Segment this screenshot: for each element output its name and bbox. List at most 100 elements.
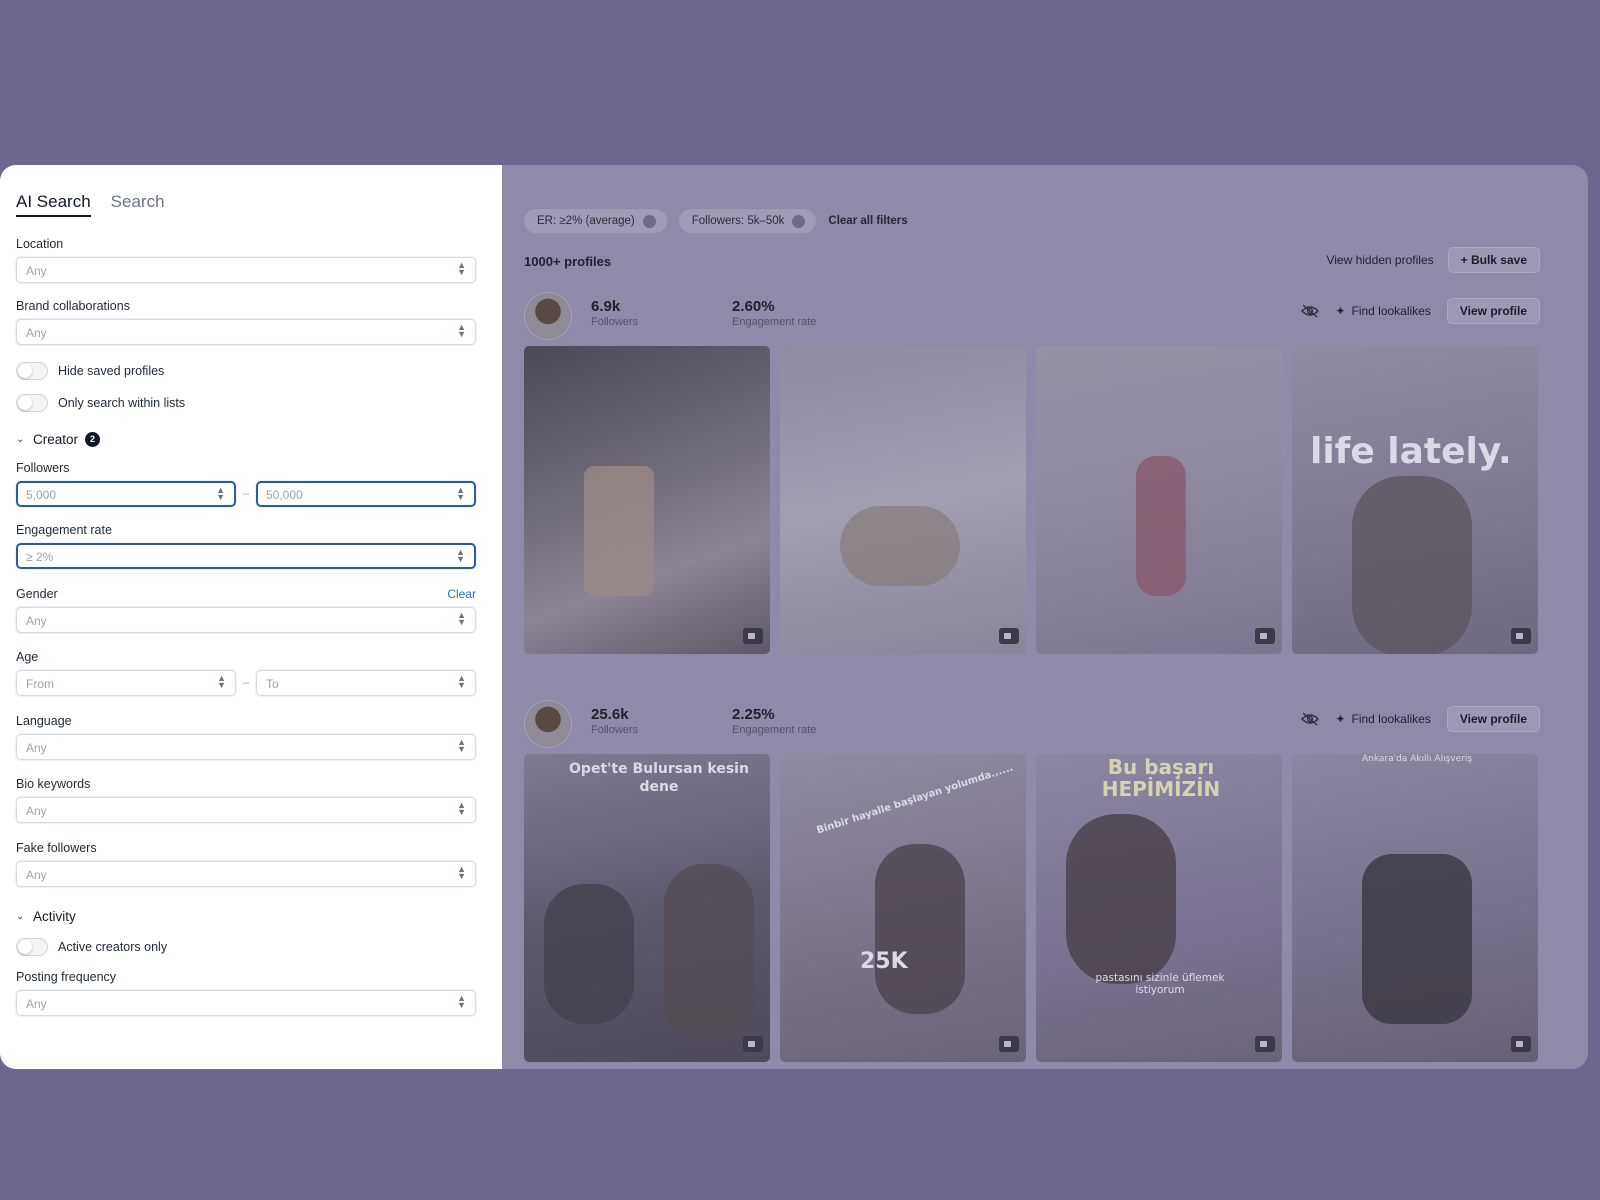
results-actions: View hidden profiles + Bulk save bbox=[1326, 247, 1540, 273]
view-profile-button[interactable]: View profile bbox=[1446, 298, 1540, 324]
bulk-save-button[interactable]: + Bulk save bbox=[1447, 247, 1540, 273]
creator-filter-count-badge: 2 bbox=[85, 432, 101, 447]
hide-saved-toggle[interactable] bbox=[16, 362, 48, 380]
brand-collab-label: Brand collaborations bbox=[16, 299, 130, 313]
post-thumbnail[interactable]: Binbir hayalle başlayan yolumda...... 25… bbox=[780, 754, 1026, 1062]
fake-followers-select[interactable]: Any ▲ ▼ bbox=[16, 861, 476, 887]
video-icon bbox=[1511, 1036, 1531, 1052]
followers-min-value: 5,000 bbox=[26, 488, 57, 502]
age-to-value: To bbox=[266, 677, 279, 691]
only-lists-row: Only search within lists bbox=[16, 394, 476, 412]
posting-frequency-filter: Posting frequency Any ▲ ▼ bbox=[16, 970, 476, 1016]
language-value: Any bbox=[26, 741, 47, 755]
location-filter: Location Any ▲ ▼ bbox=[16, 237, 476, 283]
hide-saved-label: Hide saved profiles bbox=[58, 364, 165, 378]
post-overlay-text: Bu başarı HEPİMİZİN bbox=[1101, 755, 1221, 801]
post-thumbnail[interactable] bbox=[780, 346, 1026, 654]
remove-filter-icon[interactable] bbox=[792, 214, 806, 228]
engagement-label: Engagement rate bbox=[16, 523, 112, 537]
brand-collab-value: Any bbox=[26, 326, 47, 340]
sparkle-icon: ✦ bbox=[1335, 304, 1346, 318]
followers-max-input[interactable]: 50,000 ▲ ▼ bbox=[256, 481, 476, 507]
avatar[interactable] bbox=[524, 292, 572, 340]
video-icon bbox=[1511, 628, 1531, 644]
creator-section-header[interactable]: ⌄ Creator 2 bbox=[16, 432, 476, 447]
view-hidden-profiles-link[interactable]: View hidden profiles bbox=[1326, 253, 1433, 267]
post-thumbnail[interactable] bbox=[1036, 346, 1282, 654]
fake-followers-label: Fake followers bbox=[16, 841, 97, 855]
select-caret-icon: ▲ ▼ bbox=[456, 547, 465, 564]
active-only-row: Active creators only bbox=[16, 938, 476, 956]
activity-section-label: Activity bbox=[33, 909, 76, 924]
tab-ai-search[interactable]: AI Search bbox=[16, 189, 91, 217]
select-caret-icon: ▲ ▼ bbox=[457, 864, 466, 881]
fake-followers-value: Any bbox=[26, 868, 47, 882]
hide-saved-row: Hide saved profiles bbox=[16, 362, 476, 380]
hide-profile-icon[interactable] bbox=[1301, 304, 1320, 318]
bio-keywords-select[interactable]: Any ▲ ▼ bbox=[16, 797, 476, 823]
brand-collab-select[interactable]: Any ▲ ▼ bbox=[16, 319, 476, 345]
followers-stat: 25.6k Followers bbox=[591, 706, 638, 736]
profile-card: 6.9k Followers 2.60% Engagement rate ✦ F… bbox=[524, 290, 1540, 654]
video-icon bbox=[1255, 628, 1275, 644]
post-thumbnail[interactable]: Bu başarı HEPİMİZİN pastasını sizinle üf… bbox=[1036, 754, 1282, 1062]
profile-card: 25.6k Followers 2.25% Engagement rate ✦ … bbox=[524, 698, 1540, 1062]
followers-value: 6.9k bbox=[591, 298, 621, 315]
active-only-toggle[interactable] bbox=[16, 938, 48, 956]
post-overlay-text: Ankara'da Akıllı Alışveriş bbox=[1361, 754, 1473, 764]
age-label: Age bbox=[16, 650, 39, 664]
age-from-select[interactable]: From ▲ ▼ bbox=[16, 670, 236, 696]
engagement-filter: Engagement rate ≥ 2% ▲ ▼ bbox=[16, 523, 476, 569]
followers-value: 25.6k bbox=[591, 706, 629, 723]
followers-max-value: 50,000 bbox=[266, 488, 303, 502]
cake-text: 25K bbox=[860, 949, 908, 974]
engagement-stat: 2.60% Engagement rate bbox=[732, 298, 816, 328]
followers-filter: Followers 5,000 ▲ ▼ – 50,000 ▲ ▼ bbox=[16, 461, 476, 507]
posting-frequency-label: Posting frequency bbox=[16, 970, 117, 984]
stepper-icon: ▲ ▼ bbox=[216, 485, 225, 502]
bio-keywords-label: Bio keywords bbox=[16, 777, 91, 791]
tab-search[interactable]: Search bbox=[111, 189, 165, 227]
gender-filter: Gender Clear Any ▲ ▼ bbox=[16, 587, 476, 633]
brand-collab-filter: Brand collaborations Any ▲ ▼ bbox=[16, 299, 476, 345]
post-caption-text: pastasını sizinle üflemek istiyorum bbox=[1095, 972, 1225, 996]
sparkle-icon: ✦ bbox=[1335, 712, 1346, 726]
language-select[interactable]: Any ▲ ▼ bbox=[16, 734, 476, 760]
location-select[interactable]: Any ▲ ▼ bbox=[16, 257, 476, 283]
filter-chip-er[interactable]: ER: ≥2% (average) bbox=[524, 209, 667, 233]
chevron-down-icon: ⌄ bbox=[16, 434, 25, 445]
engagement-caption: Engagement rate bbox=[732, 316, 817, 328]
clear-all-filters-link[interactable]: Clear all filters bbox=[828, 215, 907, 227]
profile-actions: ✦ Find lookalikes View profile bbox=[1301, 298, 1540, 324]
remove-filter-icon[interactable] bbox=[642, 214, 656, 228]
location-value: Any bbox=[26, 264, 47, 278]
select-caret-icon: ▲ ▼ bbox=[457, 800, 466, 817]
age-to-select[interactable]: To ▲ ▼ bbox=[256, 670, 476, 696]
followers-min-input[interactable]: 5,000 ▲ ▼ bbox=[16, 481, 236, 507]
hide-profile-icon[interactable] bbox=[1301, 712, 1320, 726]
age-from-value: From bbox=[26, 677, 54, 691]
filter-chip-followers[interactable]: Followers: 5k–50k bbox=[678, 209, 817, 233]
post-thumbnail[interactable]: Opet'te Bulursan kesin dene bbox=[524, 754, 770, 1062]
post-thumbnail[interactable] bbox=[524, 346, 770, 654]
active-only-label: Active creators only bbox=[58, 940, 168, 954]
posting-frequency-value: Any bbox=[26, 997, 47, 1011]
select-caret-icon: ▲ ▼ bbox=[457, 322, 466, 339]
avatar[interactable] bbox=[524, 700, 572, 748]
video-icon bbox=[1255, 1036, 1275, 1052]
app-window: AI Search Search Location Any ▲ ▼ Brand co… bbox=[0, 165, 1588, 1069]
range-dash: – bbox=[242, 677, 250, 689]
view-profile-button[interactable]: View profile bbox=[1446, 706, 1540, 732]
post-thumbnail[interactable]: Ankara'da Akıllı Alışveriş bbox=[1292, 754, 1538, 1062]
find-lookalikes-button[interactable]: Find lookalikes bbox=[1351, 304, 1430, 318]
filter-chip-label: Followers: 5k–50k bbox=[691, 215, 785, 227]
post-thumbnail[interactable]: life lately. bbox=[1292, 346, 1538, 654]
engagement-select[interactable]: ≥ 2% ▲ ▼ bbox=[16, 543, 476, 569]
gender-select[interactable]: Any ▲ ▼ bbox=[16, 607, 476, 633]
only-lists-toggle[interactable] bbox=[16, 394, 48, 412]
find-lookalikes-button[interactable]: Find lookalikes bbox=[1351, 712, 1430, 726]
activity-section-header[interactable]: ⌄ Activity bbox=[16, 909, 476, 924]
posting-frequency-select[interactable]: Any ▲ ▼ bbox=[16, 990, 476, 1016]
engagement-caption: Engagement rate bbox=[732, 724, 817, 736]
gender-clear-link[interactable]: Clear bbox=[447, 587, 476, 601]
